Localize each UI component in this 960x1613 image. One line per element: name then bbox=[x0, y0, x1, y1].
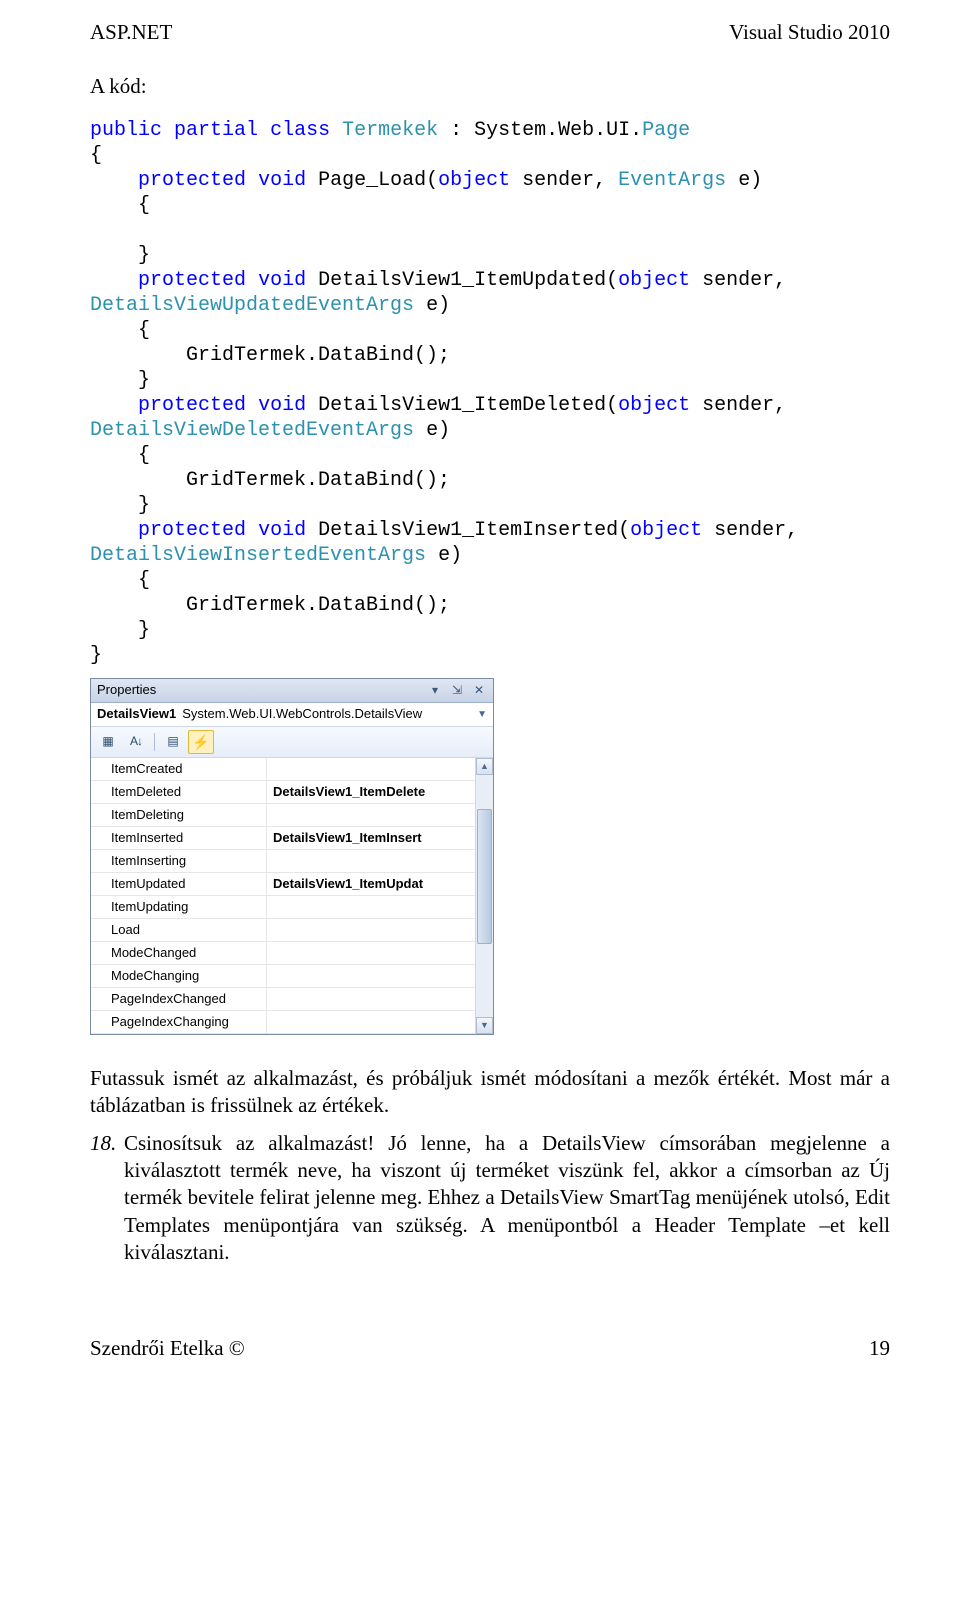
property-row[interactable]: ItemUpdatedDetailsView1_ItemUpdat bbox=[91, 873, 475, 896]
property-name: PageIndexChanging bbox=[91, 1011, 267, 1033]
property-row[interactable]: ModeChanged bbox=[91, 942, 475, 965]
property-name: ItemInserted bbox=[91, 827, 267, 849]
object-selector[interactable]: DetailsView1 System.Web.UI.WebControls.D… bbox=[91, 703, 493, 727]
property-row[interactable]: ItemDeletedDetailsView1_ItemDelete bbox=[91, 781, 475, 804]
footer-left: Szendrői Etelka © bbox=[90, 1336, 245, 1361]
properties-titlebar: Properties ▾ ⇲ ✕ bbox=[91, 679, 493, 703]
events-tab-button[interactable]: ⚡ bbox=[188, 730, 214, 754]
property-value[interactable] bbox=[267, 965, 475, 987]
property-row[interactable]: ItemInserting bbox=[91, 850, 475, 873]
properties-window: Properties ▾ ⇲ ✕ DetailsView1 System.Web… bbox=[90, 678, 494, 1035]
intro-label: A kód: bbox=[90, 73, 890, 100]
property-name: ItemDeleted bbox=[91, 781, 267, 803]
list-item-18: 18. Csinosítsuk az alkalmazást! Jó lenne… bbox=[90, 1130, 890, 1266]
property-name: ItemUpdating bbox=[91, 896, 267, 918]
property-value[interactable]: DetailsView1_ItemInsert bbox=[267, 827, 475, 849]
property-row[interactable]: ItemDeleting bbox=[91, 804, 475, 827]
property-row[interactable]: ItemInsertedDetailsView1_ItemInsert bbox=[91, 827, 475, 850]
property-name: ItemDeleting bbox=[91, 804, 267, 826]
lightning-icon: ⚡ bbox=[192, 733, 209, 751]
property-value[interactable] bbox=[267, 942, 475, 964]
selector-name: DetailsView1 bbox=[97, 706, 176, 723]
property-name: ItemCreated bbox=[91, 758, 267, 780]
property-name: ItemUpdated bbox=[91, 873, 267, 895]
scroll-thumb[interactable] bbox=[477, 809, 492, 944]
list-text: Csinosítsuk az alkalmazást! Jó lenne, ha… bbox=[124, 1130, 890, 1266]
properties-grid: ItemCreatedItemDeletedDetailsView1_ItemD… bbox=[91, 758, 475, 1034]
close-icon[interactable]: ✕ bbox=[471, 683, 487, 699]
property-name: ModeChanging bbox=[91, 965, 267, 987]
chevron-down-icon: ▼ bbox=[477, 708, 487, 721]
property-value[interactable] bbox=[267, 988, 475, 1010]
scroll-up-button[interactable]: ▲ bbox=[476, 758, 493, 775]
property-name: ItemInserting bbox=[91, 850, 267, 872]
property-value[interactable] bbox=[267, 758, 475, 780]
alphabetical-button[interactable]: A↓ bbox=[123, 730, 149, 754]
properties-toolbar: ▦ A↓ ▤ ⚡ bbox=[91, 727, 493, 758]
property-value[interactable]: DetailsView1_ItemDelete bbox=[267, 781, 475, 803]
properties-tab-button[interactable]: ▤ bbox=[160, 730, 186, 754]
property-value[interactable] bbox=[267, 850, 475, 872]
scrollbar[interactable]: ▲ ▼ bbox=[475, 758, 493, 1034]
selector-type: System.Web.UI.WebControls.DetailsView bbox=[182, 706, 422, 723]
property-row[interactable]: PageIndexChanged bbox=[91, 988, 475, 1011]
property-value[interactable] bbox=[267, 896, 475, 918]
scroll-track[interactable] bbox=[476, 775, 493, 1017]
property-row[interactable]: ItemCreated bbox=[91, 758, 475, 781]
toolbar-separator bbox=[154, 733, 155, 751]
property-row[interactable]: ModeChanging bbox=[91, 965, 475, 988]
property-value[interactable] bbox=[267, 919, 475, 941]
property-value[interactable] bbox=[267, 1011, 475, 1033]
property-row[interactable]: ItemUpdating bbox=[91, 896, 475, 919]
categorized-button[interactable]: ▦ bbox=[95, 730, 121, 754]
property-name: Load bbox=[91, 919, 267, 941]
header-left: ASP.NET bbox=[90, 20, 172, 45]
pin-icon[interactable]: ⇲ bbox=[449, 683, 465, 699]
property-name: ModeChanged bbox=[91, 942, 267, 964]
footer-right: 19 bbox=[869, 1336, 890, 1361]
scroll-down-button[interactable]: ▼ bbox=[476, 1017, 493, 1034]
properties-title: Properties bbox=[97, 682, 421, 699]
property-row[interactable]: Load bbox=[91, 919, 475, 942]
code-block: public partial class Termekek : System.W… bbox=[90, 118, 890, 668]
property-value[interactable]: DetailsView1_ItemUpdat bbox=[267, 873, 475, 895]
property-value[interactable] bbox=[267, 804, 475, 826]
header-right: Visual Studio 2010 bbox=[729, 20, 890, 45]
property-name: PageIndexChanged bbox=[91, 988, 267, 1010]
property-row[interactable]: PageIndexChanging bbox=[91, 1011, 475, 1034]
list-number: 18. bbox=[90, 1130, 118, 1266]
dropdown-icon[interactable]: ▾ bbox=[427, 683, 443, 699]
paragraph-1: Futassuk ismét az alkalmazást, és próbál… bbox=[90, 1065, 890, 1120]
